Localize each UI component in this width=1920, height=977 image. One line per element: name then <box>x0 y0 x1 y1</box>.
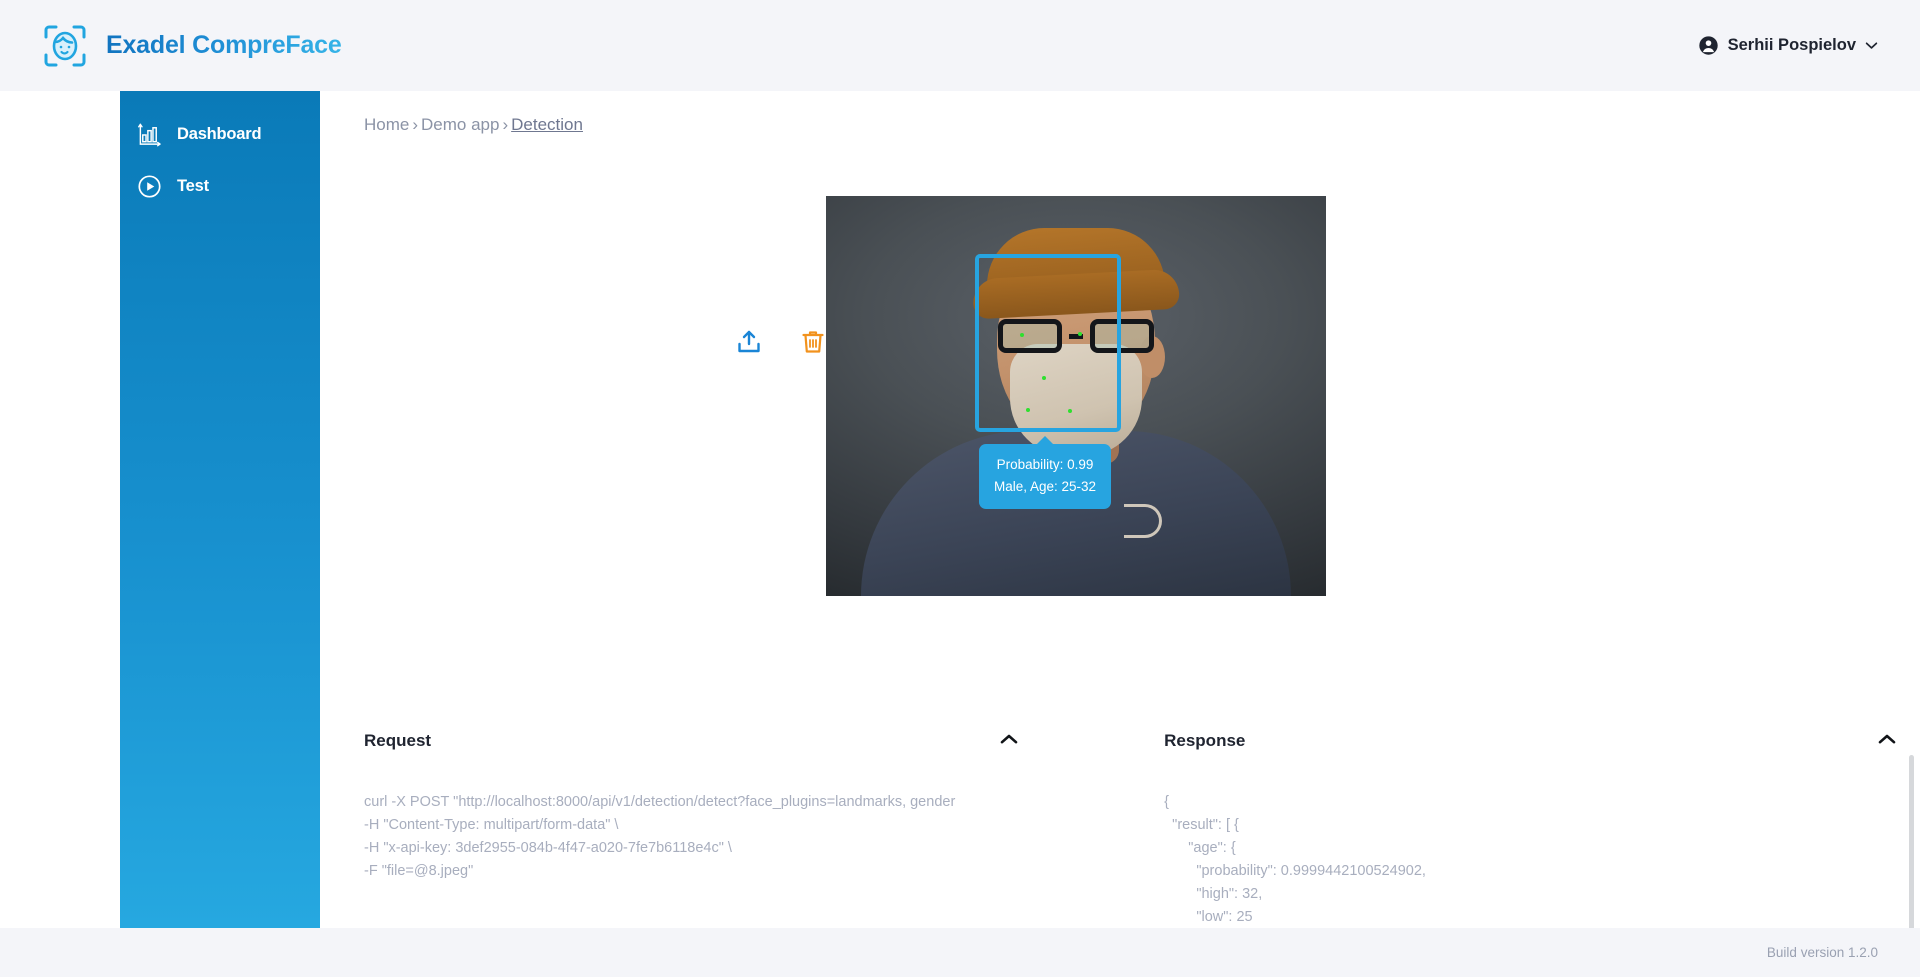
brand-name: Exadel CompreFace <box>106 31 342 59</box>
request-panel-header: Request <box>342 731 1042 771</box>
response-panel-title: Response <box>1164 731 1246 750</box>
delete-image-button[interactable] <box>796 325 830 359</box>
subject-mask-strap <box>1124 504 1162 538</box>
sidebar-item-dashboard[interactable]: Dashboard <box>120 108 320 160</box>
request-panel-title: Request <box>364 731 432 750</box>
response-collapse-toggle[interactable] <box>1876 731 1898 747</box>
request-collapse-toggle[interactable] <box>998 731 1020 747</box>
brand: Exadel CompreFace <box>42 23 342 69</box>
breadcrumb-item-detection[interactable]: Detection <box>511 115 583 134</box>
play-circle-icon <box>137 174 162 199</box>
response-panel-header: Response <box>1142 731 1920 771</box>
user-circle-icon <box>1698 35 1719 56</box>
detection-image[interactable]: Probability: 0.99 Male, Age: 25-32 <box>826 196 1326 596</box>
face-attributes-tooltip: Probability: 0.99 Male, Age: 25-32 <box>979 444 1111 509</box>
app-header: Exadel CompreFace Serhii Pospielov <box>0 0 1920 91</box>
tooltip-probability: Probability: 0.99 <box>996 457 1094 472</box>
breadcrumb: Home › Demo app › Detection <box>364 115 583 135</box>
face-scan-logo-icon <box>42 23 88 69</box>
bar-chart-icon <box>137 122 162 147</box>
photo-subject: Probability: 0.99 Male, Age: 25-32 <box>826 196 1326 596</box>
main-content: Home › Demo app › Detection Probability:… <box>320 91 1920 971</box>
face-bounding-box <box>975 254 1121 432</box>
sidebar-item-label: Test <box>177 176 209 195</box>
build-version-label: Build version 1.2.0 <box>1766 945 1878 960</box>
sidebar-item-test[interactable]: Test <box>120 160 320 212</box>
upload-image-button[interactable] <box>732 325 766 359</box>
sidebar: Dashboard Test <box>120 91 320 928</box>
user-name: Serhii Pospielov <box>1727 36 1856 54</box>
breadcrumb-separator: › <box>412 115 419 134</box>
app-footer: Build version 1.2.0 <box>0 928 1920 977</box>
user-menu[interactable]: Serhii Pospielov <box>1698 35 1878 56</box>
tooltip-attributes: Male, Age: 25-32 <box>993 479 1097 495</box>
breadcrumb-item-home[interactable]: Home <box>364 115 409 134</box>
breadcrumb-item-demo-app[interactable]: Demo app <box>421 115 499 134</box>
app-root: Exadel CompreFace Serhii Pospielov Dashb… <box>0 0 1920 977</box>
sidebar-item-label: Dashboard <box>177 124 262 143</box>
chevron-down-icon[interactable] <box>1865 41 1878 50</box>
detection-area: Probability: 0.99 Male, Age: 25-32 <box>320 196 1920 616</box>
breadcrumb-separator: › <box>502 115 509 134</box>
